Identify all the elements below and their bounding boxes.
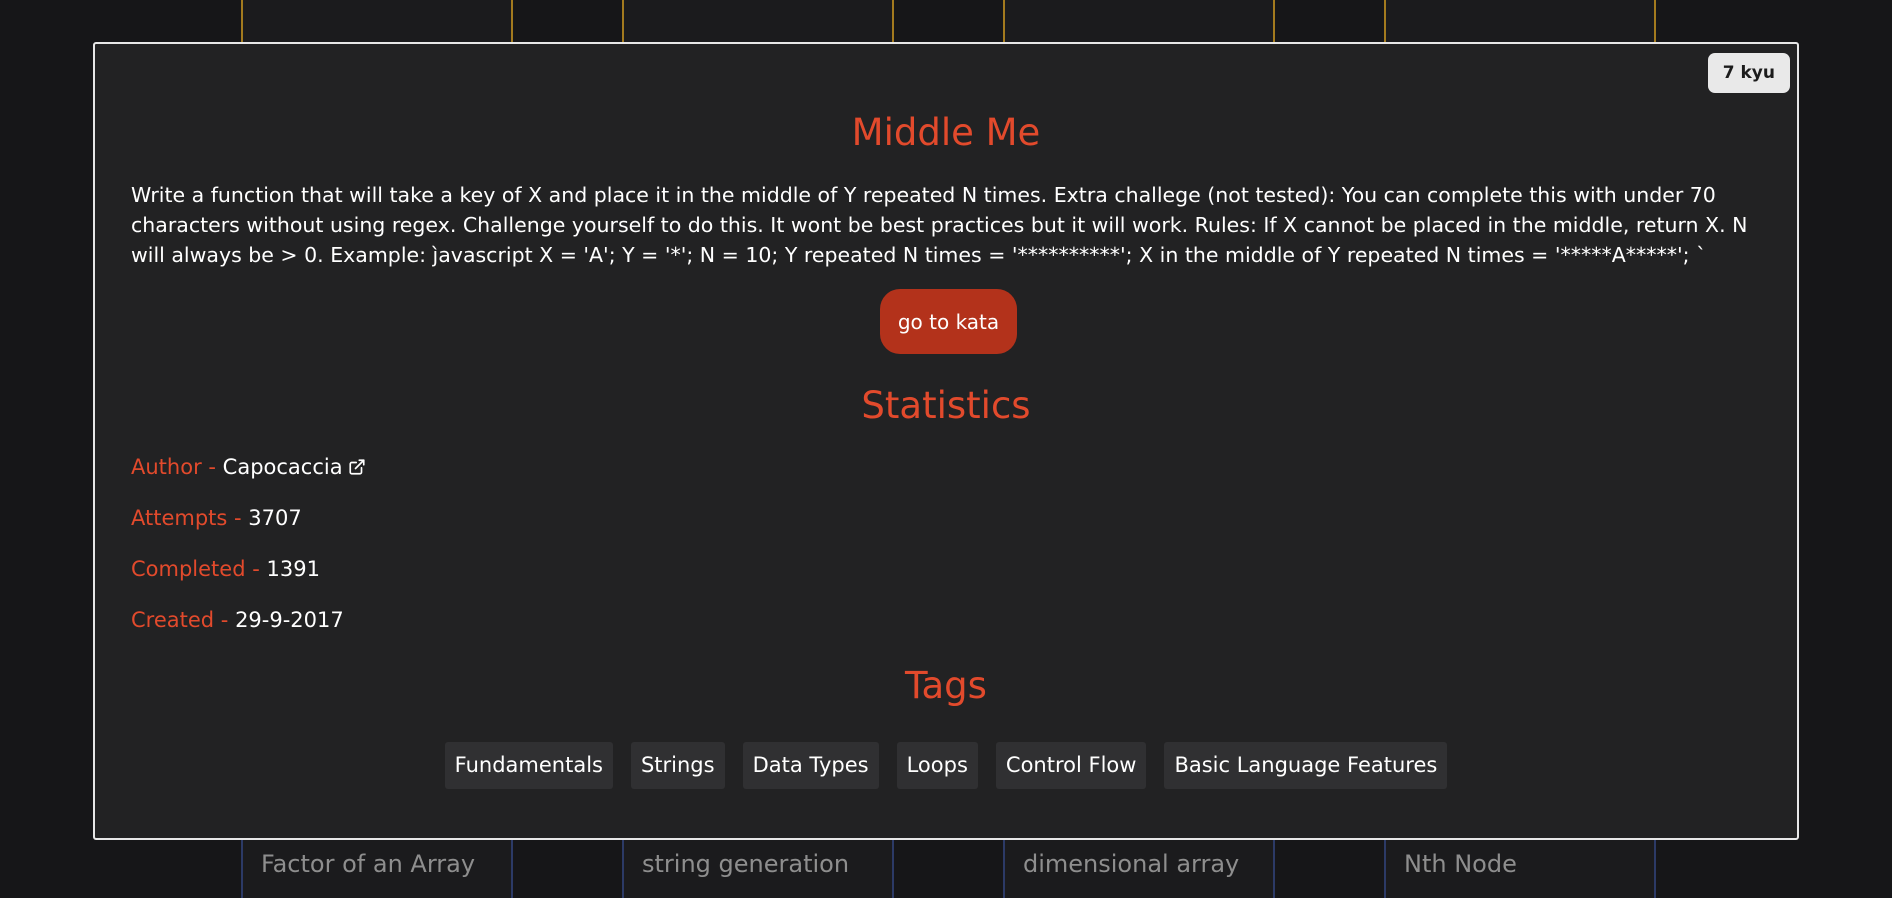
completed-label: Completed - [131,557,260,581]
background-card-title: Nth Node [1404,850,1517,878]
attempts-label: Attempts - [131,506,242,530]
tag[interactable]: Control Flow [995,742,1147,789]
tag[interactable]: Strings [630,742,725,789]
go-to-kata-button[interactable]: go to kata [880,289,1017,354]
tags-list: Fundamentals Strings Data Types Loops Co… [95,742,1797,789]
statistics-heading: Statistics [861,384,1031,427]
rank-badge: 7 kyu [1707,53,1790,93]
external-link-icon[interactable] [348,457,366,481]
background-card[interactable]: Nth Node [1384,838,1656,898]
tag[interactable]: Loops [896,742,978,789]
background-card[interactable] [1384,0,1656,44]
background-card[interactable]: dimensional array [1003,838,1275,898]
stat-created: Created - 29-9-2017 [131,608,344,632]
tag[interactable]: Data Types [742,742,879,789]
tags-heading: Tags [905,664,987,707]
background-card[interactable]: Factor of an Array [241,838,513,898]
created-label: Created - [131,608,229,632]
background-card-title: Factor of an Array [261,850,476,878]
author-label: Author - [131,455,216,479]
background-card-title: dimensional array [1023,850,1240,878]
stat-completed: Completed - 1391 [131,557,320,581]
created-value: 29-9-2017 [235,608,344,632]
stat-author: Author - Capocaccia [131,455,366,481]
completed-value: 1391 [266,557,320,581]
tag[interactable]: Basic Language Features [1164,742,1448,789]
background-card[interactable] [622,0,894,44]
tag[interactable]: Fundamentals [444,742,613,789]
background-card[interactable]: string generation [622,838,894,898]
stat-attempts: Attempts - 3707 [131,506,302,530]
background-card[interactable] [1003,0,1275,44]
attempts-value: 3707 [248,506,302,530]
kata-description: Write a function that will take a key of… [131,183,1748,267]
kata-details-modal: 7 kyu Middle Me Write a function that wi… [93,42,1799,840]
kata-title: Middle Me [851,111,1041,154]
author-name[interactable]: Capocaccia [223,455,343,479]
background-card-title: string generation [642,850,850,878]
author-link[interactable]: Capocaccia [223,455,366,479]
background-card[interactable] [241,0,513,44]
